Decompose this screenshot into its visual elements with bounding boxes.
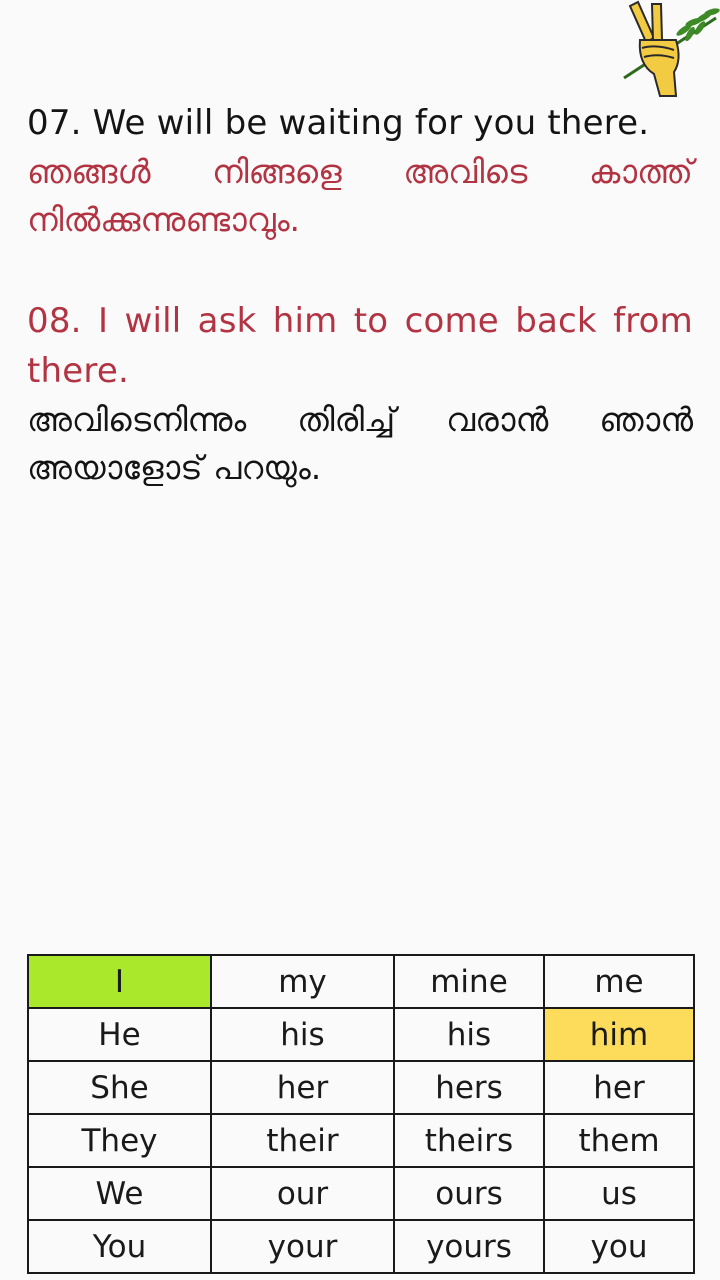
sentence-07: 07. We will be waiting for you there. ഞങ…: [27, 98, 693, 244]
malayalam-translation: അവിടെനിന്നും തിരിച്ച് വരാൻ ഞാൻ അയാളോട് പ…: [27, 400, 693, 487]
table-cell: me: [543, 954, 695, 1009]
malayalam-translation: ഞങ്ങൾ നിങ്ങളെ അവിടെ കാത്ത് നിൽക്കുന്നുണ്…: [27, 152, 693, 239]
table-cell: We: [27, 1166, 212, 1221]
table-cell: them: [543, 1113, 695, 1168]
table-row: He his his him: [27, 1007, 695, 1062]
table-cell: his: [393, 1007, 545, 1062]
table-cell: your: [210, 1219, 395, 1274]
table-cell: hers: [393, 1060, 545, 1115]
english-sentence: 07. We will be waiting for you there.: [27, 103, 650, 143]
table-cell: my: [210, 954, 395, 1009]
table-cell: his: [210, 1007, 395, 1062]
peace-hand-olive-branch-icon: [623, 0, 720, 97]
table-cell: He: [27, 1007, 212, 1062]
table-cell: her: [210, 1060, 395, 1115]
table-cell: mine: [393, 954, 545, 1009]
table-row: She her hers her: [27, 1060, 695, 1115]
table-cell: ours: [393, 1166, 545, 1221]
table-cell: us: [543, 1166, 695, 1221]
table-cell: their: [210, 1113, 395, 1168]
table-row: We our ours us: [27, 1166, 695, 1221]
table-cell: I: [27, 954, 212, 1009]
table-cell: him: [543, 1007, 695, 1062]
table-cell: You: [27, 1219, 212, 1274]
table-cell: yours: [393, 1219, 545, 1274]
table-row: You your yours you: [27, 1219, 695, 1274]
table-cell: you: [543, 1219, 695, 1274]
peace-hand-logo: [616, 0, 720, 100]
table-cell: our: [210, 1166, 395, 1221]
table-cell: They: [27, 1113, 212, 1168]
sentence-08: 08. I will ask him to come back from the…: [27, 296, 693, 492]
pronoun-table: I my mine me He his his him She her hers…: [27, 954, 695, 1274]
table-cell: She: [27, 1060, 212, 1115]
table-cell: her: [543, 1060, 695, 1115]
english-sentence: 08. I will ask him to come back from the…: [27, 301, 693, 391]
table-row: They their theirs them: [27, 1113, 695, 1168]
table-row: I my mine me: [27, 954, 695, 1009]
table-cell: theirs: [393, 1113, 545, 1168]
